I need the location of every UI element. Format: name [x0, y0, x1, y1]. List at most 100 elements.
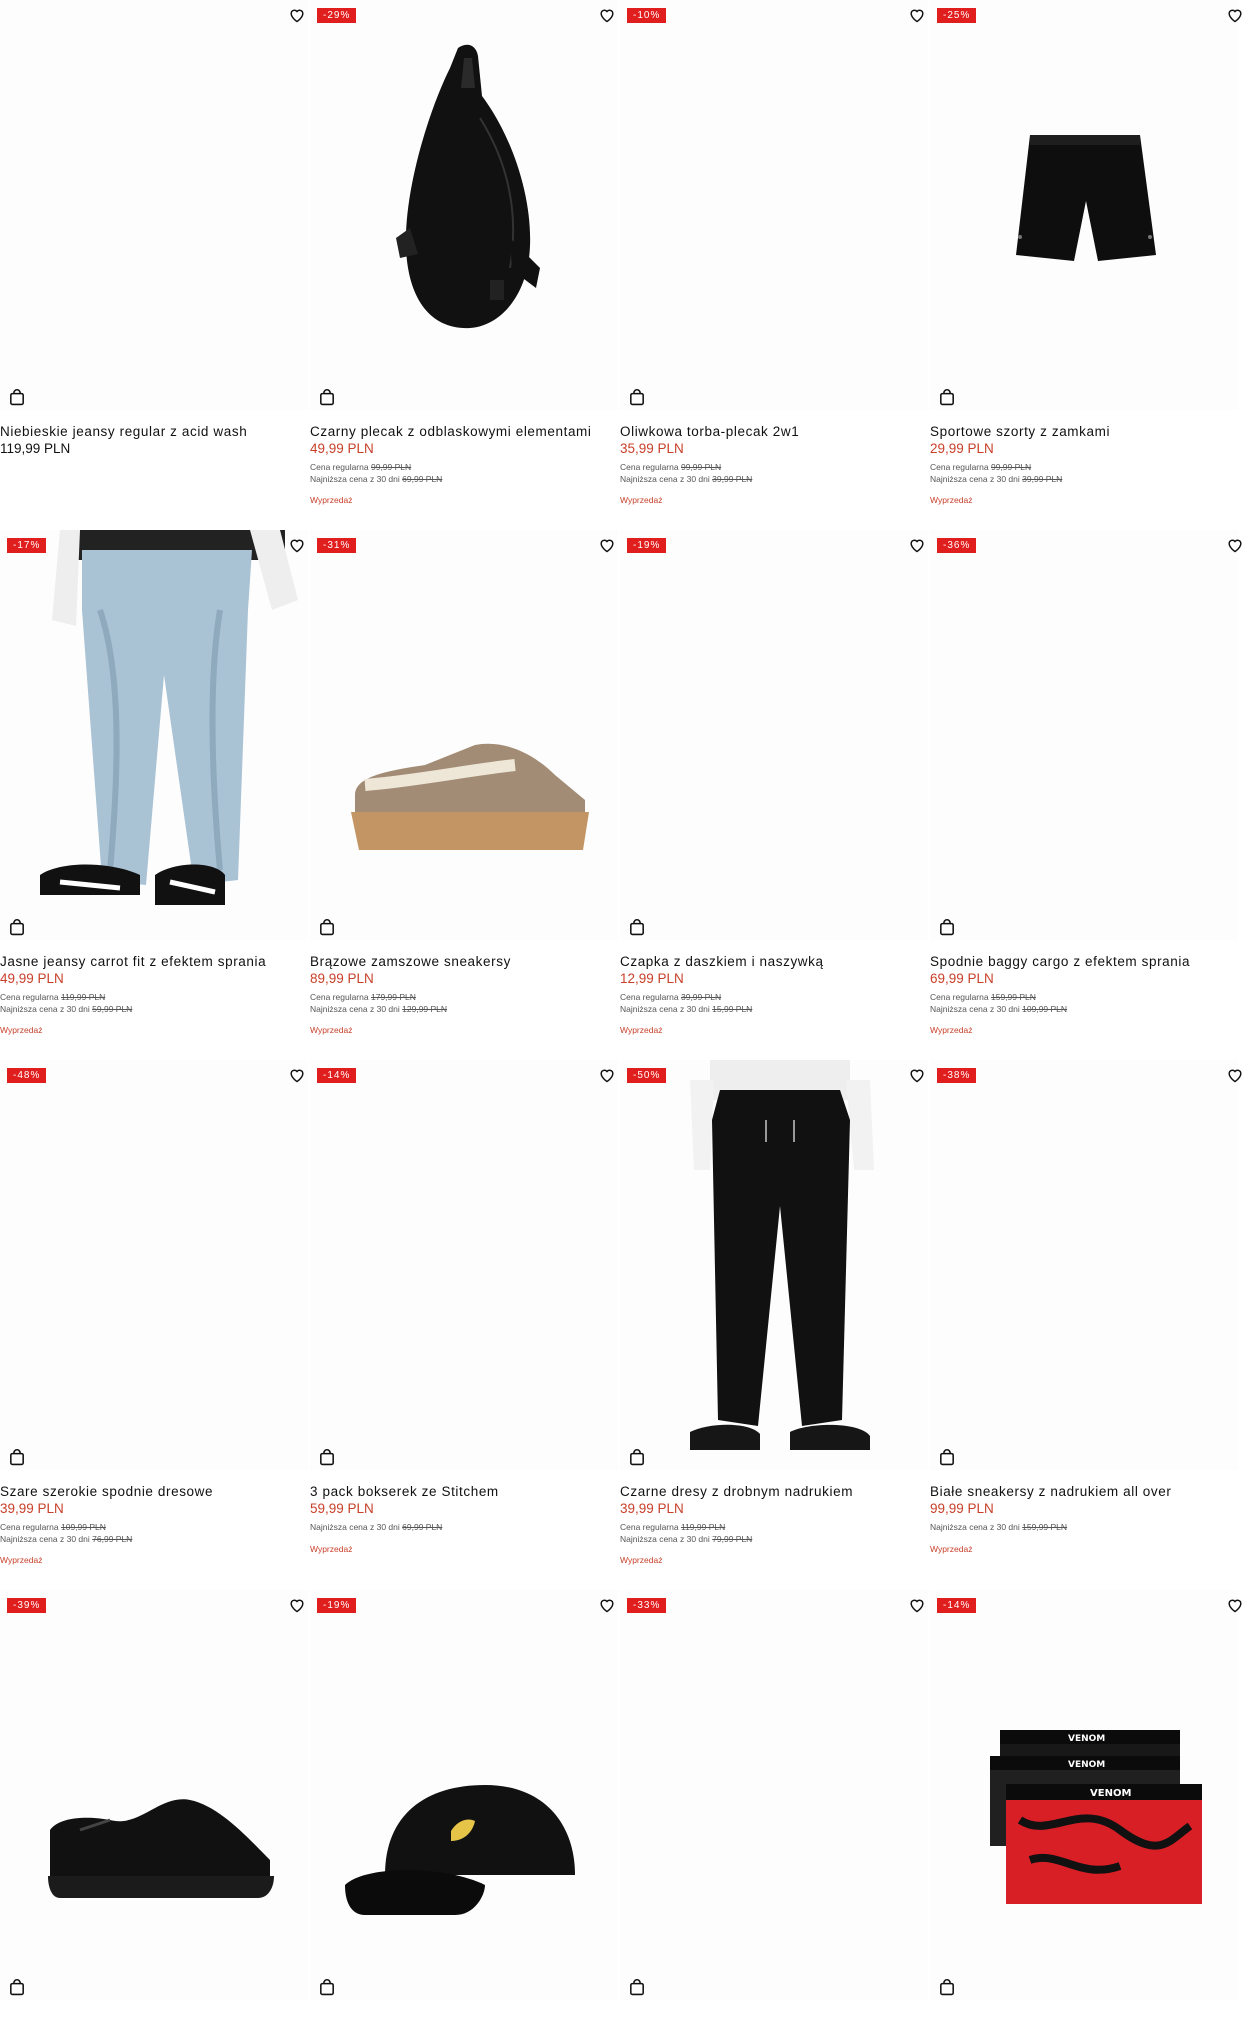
lowest-price-line: Najniższa cena z 30 dni 69,99 PLN	[310, 474, 443, 484]
shopping-bag-icon[interactable]	[939, 1449, 955, 1466]
heart-icon[interactable]	[288, 1067, 306, 1083]
product-card[interactable]: -48% Szare szerokie spodnie dresowe 39,9…	[0, 1060, 312, 1596]
product-card[interactable]: -29% Czarny plecak z odblaskowymi elemen…	[310, 0, 622, 536]
heart-icon[interactable]	[598, 537, 616, 553]
regular-price-line: Cena regularna 109,99 PLN	[0, 1522, 106, 1532]
product-image[interactable]	[0, 1060, 308, 1470]
product-price: 39,99 PLN	[0, 1501, 64, 1516]
promo-label: Wyprzedaż	[0, 1025, 43, 1035]
shopping-bag-icon[interactable]	[319, 1449, 335, 1466]
heart-icon[interactable]	[1226, 1597, 1244, 1613]
product-title[interactable]: Spodnie baggy cargo z efektem sprania	[930, 954, 1190, 969]
product-image[interactable]	[620, 530, 928, 940]
shopping-bag-icon[interactable]	[629, 1449, 645, 1466]
heart-icon[interactable]	[1226, 1067, 1244, 1083]
product-price: 39,99 PLN	[620, 1501, 684, 1516]
discount-badge: -25%	[937, 8, 977, 23]
shopping-bag-icon[interactable]	[319, 919, 335, 936]
product-title[interactable]: Oliwkowa torba-plecak 2w1	[620, 424, 799, 439]
promo-label: Wyprzedaż	[310, 1025, 353, 1035]
backpack-image	[396, 44, 540, 329]
heart-icon[interactable]	[908, 537, 926, 553]
product-image[interactable]	[0, 0, 308, 410]
shopping-bag-icon[interactable]	[939, 389, 955, 406]
shopping-bag-icon[interactable]	[629, 919, 645, 936]
product-image[interactable]	[930, 1060, 1238, 1470]
heart-icon[interactable]	[908, 1067, 926, 1083]
shopping-bag-icon[interactable]	[319, 389, 335, 406]
product-title[interactable]: Szare szerokie spodnie dresowe	[0, 1484, 213, 1499]
discount-badge: -29%	[317, 8, 357, 23]
product-image[interactable]	[930, 530, 1238, 940]
product-image[interactable]	[310, 1590, 618, 2000]
heart-icon[interactable]	[598, 1067, 616, 1083]
product-image[interactable]: VENOM VENOM VENOM	[930, 1590, 1238, 2000]
product-card[interactable]: -50% Czarne dresy z drobnym nadrukiem 39…	[620, 1060, 932, 1596]
product-card[interactable]: VENOM VENOM VENOM -14%	[930, 1590, 1242, 2039]
heart-icon[interactable]	[288, 1597, 306, 1613]
heart-icon[interactable]	[288, 7, 306, 23]
promo-label: Wyprzedaż	[310, 495, 353, 505]
product-title[interactable]: 3 pack bokserek ze Stitchem	[310, 1484, 499, 1499]
shopping-bag-icon[interactable]	[319, 1979, 335, 1996]
product-image[interactable]	[0, 530, 308, 940]
product-image[interactable]	[930, 0, 1238, 410]
regular-price-line: Cena regularna 39,99 PLN	[620, 992, 722, 1002]
product-card[interactable]: -10% Oliwkowa torba-plecak 2w1 35,99 PLN…	[620, 0, 932, 536]
shopping-bag-icon[interactable]	[9, 1449, 25, 1466]
product-title[interactable]: Białe sneakersy z nadrukiem all over	[930, 1484, 1171, 1499]
product-price: 12,99 PLN	[620, 971, 684, 986]
heart-icon[interactable]	[288, 537, 306, 553]
shopping-bag-icon[interactable]	[939, 919, 955, 936]
product-card[interactable]: -38% Białe sneakersy z nadrukiem all ove…	[930, 1060, 1242, 1596]
product-image[interactable]	[620, 0, 928, 410]
shopping-bag-icon[interactable]	[9, 919, 25, 936]
product-card[interactable]: -36% Spodnie baggy cargo z efektem spran…	[930, 530, 1242, 1066]
shopping-bag-icon[interactable]	[629, 389, 645, 406]
product-card[interactable]: -17% Jasne jeansy carrot fit z efektem s…	[0, 530, 312, 1066]
product-title[interactable]: Czarny plecak z odblaskowymi elementami	[310, 424, 592, 439]
product-title[interactable]: Czapka z daszkiem i naszywką	[620, 954, 824, 969]
product-card[interactable]: Niebieskie jeansy regular z acid wash 11…	[0, 0, 312, 536]
shorts-image	[1016, 135, 1156, 261]
product-title[interactable]: Niebieskie jeansy regular z acid wash	[0, 424, 247, 439]
heart-icon[interactable]	[1226, 7, 1244, 23]
lowest-price-line: Najniższa cena z 30 dni 15,99 PLN	[620, 1004, 753, 1014]
lowest-price-line: Najniższa cena z 30 dni 129,99 PLN	[310, 1004, 448, 1014]
product-price: 69,99 PLN	[930, 971, 994, 986]
product-image[interactable]	[310, 530, 618, 940]
product-image[interactable]	[310, 1060, 618, 1470]
product-card[interactable]: -31% Brązowe zamszowe sneakersy 89,99 PL…	[310, 530, 622, 1066]
product-title[interactable]: Czarne dresy z drobnym nadrukiem	[620, 1484, 853, 1499]
shopping-bag-icon[interactable]	[629, 1979, 645, 1996]
heart-icon[interactable]	[908, 7, 926, 23]
discount-badge: -36%	[937, 538, 977, 553]
product-title[interactable]: Sportowe szorty z zamkami	[930, 424, 1110, 439]
heart-icon[interactable]	[908, 1597, 926, 1613]
product-image[interactable]	[620, 1060, 928, 1470]
product-image[interactable]	[310, 0, 618, 410]
discount-badge: -48%	[7, 1068, 47, 1083]
product-card[interactable]: -25% Sportowe szorty z zamkami 29,99 PLN…	[930, 0, 1242, 536]
heart-icon[interactable]	[598, 1597, 616, 1613]
product-image[interactable]	[0, 1590, 308, 2000]
heart-icon[interactable]	[598, 7, 616, 23]
promo-label: Wyprzedaż	[930, 1025, 973, 1035]
heart-icon[interactable]	[1226, 537, 1244, 553]
product-card[interactable]: -19% Czapka z daszkiem i naszywką 12,99 …	[620, 530, 932, 1066]
product-card[interactable]: -14% 3 pack bokserek ze Stitchem 59,99 P…	[310, 1060, 622, 1596]
product-image[interactable]	[620, 1590, 928, 2000]
product-card[interactable]: -39%	[0, 1590, 312, 2039]
discount-badge: -39%	[7, 1598, 47, 1613]
shopping-bag-icon[interactable]	[9, 1979, 25, 1996]
shopping-bag-icon[interactable]	[9, 389, 25, 406]
promo-label: Wyprzedaż	[310, 1544, 353, 1554]
product-title[interactable]: Brązowe zamszowe sneakersy	[310, 954, 511, 969]
promo-label: Wyprzedaż	[0, 1555, 43, 1565]
shopping-bag-icon[interactable]	[939, 1979, 955, 1996]
product-card[interactable]: -19%	[310, 1590, 622, 2039]
product-title[interactable]: Jasne jeansy carrot fit z efektem sprani…	[0, 954, 266, 969]
regular-price-line: Cena regularna 119,99 PLN	[620, 1522, 726, 1532]
product-card[interactable]: -33%	[620, 1590, 932, 2039]
boxer-brand-text: VENOM	[1068, 1760, 1105, 1770]
